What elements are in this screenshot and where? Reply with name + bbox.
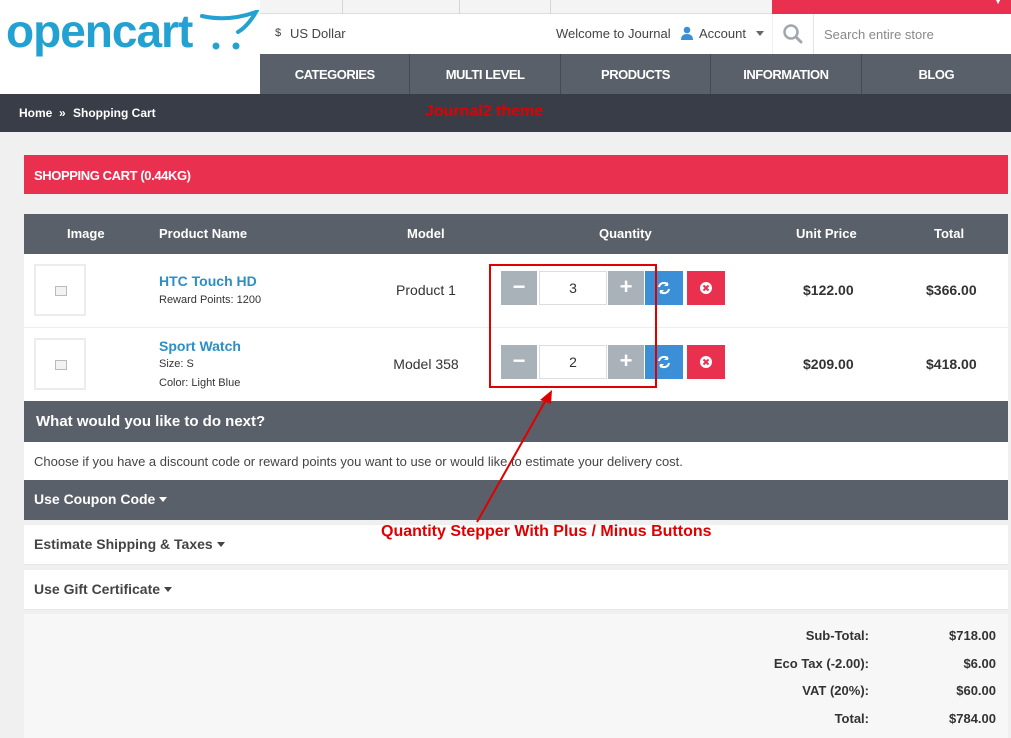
column-header-image: Image [67, 226, 105, 241]
nav-item-products[interactable]: PRODUCTS [561, 54, 712, 94]
product-thumbnail[interactable] [34, 264, 86, 316]
search-box [772, 14, 1011, 54]
currency-selector[interactable]: US Dollar [290, 26, 346, 41]
logo-text: opencart [6, 5, 193, 57]
annotation-highlight-box [489, 264, 657, 388]
table-header: Image Product Name Model Quantity Unit P… [24, 214, 1008, 254]
search-button[interactable] [773, 14, 813, 54]
product-name-link[interactable]: Sport Watch [159, 338, 241, 354]
remove-icon [700, 282, 712, 294]
remove-item-button[interactable] [687, 271, 725, 305]
welcome-text: Welcome to Journal [556, 26, 671, 41]
strip-divider [550, 0, 551, 14]
breadcrumb-separator: » [59, 106, 66, 120]
chevron-down-icon [164, 587, 173, 592]
breadcrumb: Home » Shopping Cart Journal2 theme [0, 94, 1011, 132]
line-total: $366.00 [926, 282, 977, 298]
product-option: Color: Light Blue [159, 377, 241, 389]
breadcrumb-home[interactable]: Home [19, 106, 52, 120]
eco-tax-value: $6.00 [963, 656, 996, 671]
currency-symbol: $ [275, 27, 282, 39]
nav-item-multi-level[interactable]: MULTI LEVEL [410, 54, 561, 94]
line-total: $418.00 [926, 356, 977, 372]
nav-item-information[interactable]: INFORMATION [711, 54, 862, 94]
subtotal-value: $718.00 [949, 628, 996, 643]
strip-divider [342, 0, 343, 14]
subtotal-label: Sub-Total: [805, 628, 869, 643]
refresh-icon [658, 355, 670, 369]
product-name-link[interactable]: HTC Touch HD [159, 273, 257, 289]
unit-price: $209.00 [803, 356, 854, 372]
gift-certificate-section-toggle[interactable]: Use Gift Certificate [24, 570, 1008, 610]
nav-item-categories[interactable]: CATEGORIES [260, 54, 411, 94]
image-placeholder-icon [55, 286, 67, 296]
vat-value: $60.00 [956, 683, 996, 698]
unit-price: $122.00 [803, 282, 854, 298]
top-strip [260, 0, 772, 14]
gift-certificate-label: Use Gift Certificate [34, 581, 161, 597]
product-option: Size: S [159, 358, 194, 370]
next-steps-heading: What would you like to do next? [24, 401, 1008, 442]
vat-label: VAT (20%): [802, 683, 869, 698]
coupon-section-toggle[interactable]: Use Coupon Code [24, 480, 1008, 520]
eco-tax-label: Eco Tax (-2.00): [773, 656, 869, 671]
page-title: SHOPPING CART (0.44KG) [24, 155, 1008, 194]
cart-icon [200, 10, 260, 50]
coupon-label: Use Coupon Code [34, 491, 156, 507]
remove-icon [700, 356, 712, 368]
theme-annotation: Journal2 theme [425, 103, 544, 120]
nav-item-blog[interactable]: BLOG [862, 54, 1011, 94]
product-model: Product 1 [396, 282, 456, 298]
column-header-name: Product Name [159, 226, 248, 241]
chevron-down-icon [159, 497, 168, 502]
strip-divider [459, 0, 460, 14]
total-value: $784.00 [949, 711, 996, 726]
product-thumbnail[interactable] [34, 338, 86, 390]
column-header-total: Total [934, 226, 965, 241]
remove-item-button[interactable] [687, 345, 725, 379]
user-icon [681, 26, 693, 40]
logo[interactable]: opencart [0, 0, 260, 94]
main-nav: CATEGORIES MULTI LEVEL PRODUCTS INFORMAT… [260, 54, 1011, 94]
product-model: Model 358 [393, 356, 459, 372]
annotation-label: Quantity Stepper With Plus / Minus Butto… [381, 523, 712, 540]
chevron-down-icon: ▼ [993, 0, 1003, 7]
top-links: $ US Dollar Welcome to Journal Account [260, 14, 772, 54]
column-header-unit-price: Unit Price [796, 226, 857, 241]
shipping-label: Estimate Shipping & Taxes [34, 536, 213, 552]
account-menu[interactable]: Account [680, 26, 764, 41]
image-placeholder-icon [55, 360, 67, 370]
column-header-quantity: Quantity [599, 226, 652, 241]
breadcrumb-current[interactable]: Shopping Cart [73, 106, 156, 120]
next-steps-description: Choose if you have a discount code or re… [24, 442, 1008, 480]
search-icon [783, 24, 803, 44]
account-label: Account [699, 26, 746, 41]
chevron-down-icon [755, 31, 764, 36]
column-header-model: Model [407, 226, 445, 241]
cart-summary-button[interactable]: ▼ [772, 0, 1011, 14]
search-input[interactable] [813, 14, 1011, 54]
product-option: Reward Points: 1200 [159, 294, 262, 306]
cart-totals: Sub-Total: $718.00 Eco Tax (-2.00): $6.0… [24, 614, 1008, 738]
total-label: Total: [834, 711, 869, 726]
refresh-icon [658, 281, 670, 295]
chevron-down-icon [216, 542, 225, 547]
